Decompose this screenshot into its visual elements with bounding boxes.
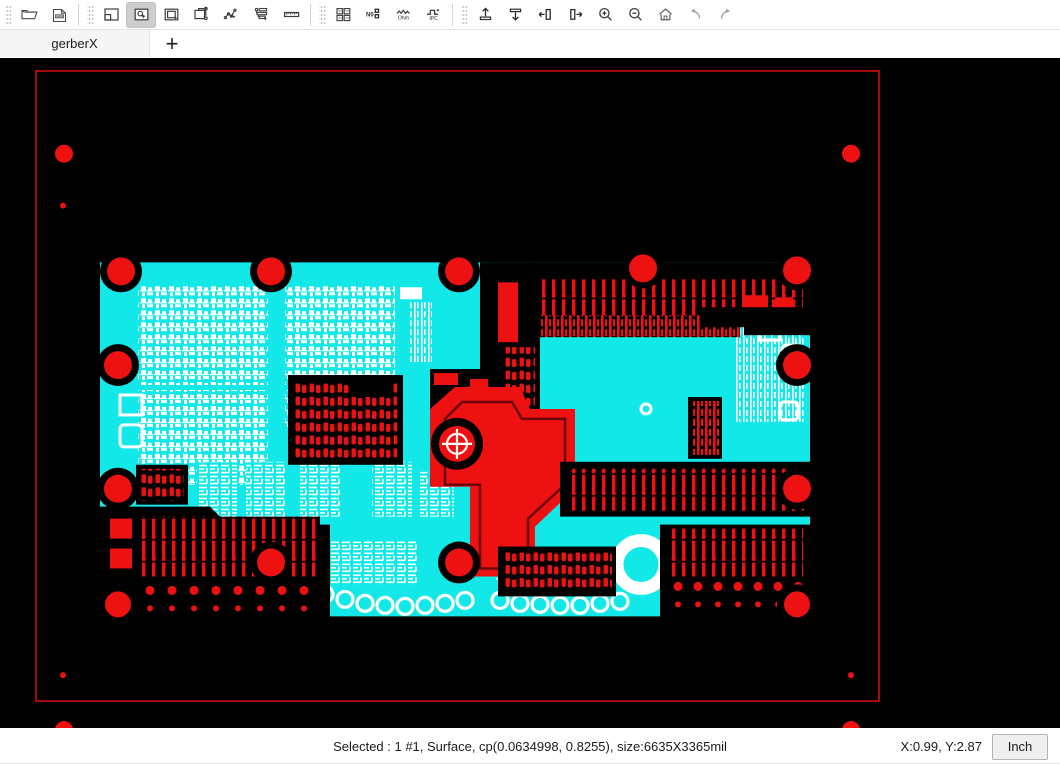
toolbar-grip-tools[interactable]: [87, 3, 94, 26]
unit-toggle-button[interactable]: Inch: [992, 733, 1048, 760]
redo-arrow-icon: [716, 5, 735, 24]
pcb-render[interactable]: [0, 58, 1060, 728]
toolbar-grip-io[interactable]: [461, 3, 468, 26]
main-toolbar: PDF SS SS SS SS N0 Ohm IPC: [0, 0, 1060, 30]
crosshair-target-icon: [431, 417, 483, 470]
copper-cluster-midleft: [136, 464, 188, 505]
transform-icon: [192, 5, 211, 24]
import-bottom-button[interactable]: [500, 2, 530, 28]
zoom-in-icon: [596, 5, 615, 24]
zoom-out-icon: [626, 5, 645, 24]
copper-block-left: [288, 375, 403, 465]
cursor-coordinates: X:0.99, Y:2.87: [900, 739, 982, 754]
status-right-group: X:0.99, Y:2.87 Inch: [900, 733, 1060, 760]
home-icon: [656, 5, 675, 24]
tab-label: gerberX: [51, 36, 98, 51]
svg-text:SS: SS: [345, 9, 349, 13]
layer-panel-button[interactable]: [96, 2, 126, 28]
transform-tool-button[interactable]: [186, 2, 216, 28]
toolbar-separator-2: [310, 3, 311, 26]
copper-connector-bottom: [498, 546, 616, 597]
open-file-button[interactable]: [14, 2, 44, 28]
copper-band-right-mid: [560, 461, 810, 517]
stackup-tool-button[interactable]: [246, 2, 276, 28]
no-tool-button[interactable]: N0: [358, 2, 388, 28]
align-right-icon: [566, 5, 585, 24]
select-cursor-icon: [132, 5, 151, 24]
undo-button[interactable]: [680, 2, 710, 28]
ruler-icon: [282, 5, 301, 24]
pdf-export-icon: PDF: [50, 5, 69, 24]
svg-text:PDF: PDF: [56, 15, 63, 19]
unit-label: Inch: [1007, 739, 1033, 754]
plus-icon: +: [165, 30, 179, 56]
ohm-icon: Ohm: [394, 5, 413, 24]
measure-tool-button[interactable]: [276, 2, 306, 28]
toolbar-grip-analysis[interactable]: [319, 3, 326, 26]
export-up-icon: [476, 5, 495, 24]
redo-button[interactable]: [710, 2, 740, 28]
export-top-button[interactable]: [470, 2, 500, 28]
svg-text:SS: SS: [345, 16, 349, 20]
svg-text:IPC: IPC: [429, 16, 438, 22]
ipc-netlist-button[interactable]: IPC: [418, 2, 448, 28]
copper-pads-right: [688, 396, 722, 459]
toolbar-grip-file[interactable]: [5, 3, 12, 26]
gerber-viewer-window: PDF SS SS SS SS N0 Ohm IPC gerberX + Sel…: [0, 0, 1060, 764]
add-tab-button[interactable]: +: [150, 30, 194, 57]
align-left-icon: [536, 5, 555, 24]
tab-gerberx[interactable]: gerberX: [0, 30, 150, 57]
netlist-nodes-icon: [222, 5, 241, 24]
netlist-tool-button[interactable]: [216, 2, 246, 28]
svg-text:N0: N0: [366, 13, 374, 19]
ipc-icon: IPC: [424, 5, 443, 24]
import-down-icon: [506, 5, 525, 24]
panelize-button[interactable]: SS SS SS SS: [328, 2, 358, 28]
tab-strip: gerberX +: [0, 30, 1060, 58]
pcb-body: [97, 248, 818, 625]
svg-text:SS: SS: [338, 9, 342, 13]
svg-text:SS: SS: [338, 16, 342, 20]
gerber-canvas[interactable]: [0, 58, 1060, 728]
stackup-icon: [252, 5, 271, 24]
select-tool-button[interactable]: [126, 1, 156, 28]
zoom-out-button[interactable]: [620, 2, 650, 28]
status-bar: Selected : 1 #1, Surface, cp(0.0634998, …: [0, 728, 1060, 764]
export-pdf-button[interactable]: PDF: [44, 2, 74, 28]
toolbar-separator-3: [452, 3, 453, 26]
panelize-array-icon: SS SS SS SS: [334, 5, 353, 24]
svg-text:Ohm: Ohm: [397, 16, 408, 22]
no-marker-icon: N0: [364, 5, 383, 24]
align-left-button[interactable]: [530, 2, 560, 28]
zoom-home-button[interactable]: [650, 2, 680, 28]
panel-layout-icon: [102, 5, 121, 24]
align-right-button[interactable]: [560, 2, 590, 28]
zoom-in-button[interactable]: [590, 2, 620, 28]
undo-arrow-icon: [686, 5, 705, 24]
toolbar-separator-1: [78, 3, 79, 26]
folder-open-icon: [20, 5, 39, 24]
area-select-tool-button[interactable]: [156, 2, 186, 28]
impedance-button[interactable]: Ohm: [388, 2, 418, 28]
area-select-icon: [162, 5, 181, 24]
